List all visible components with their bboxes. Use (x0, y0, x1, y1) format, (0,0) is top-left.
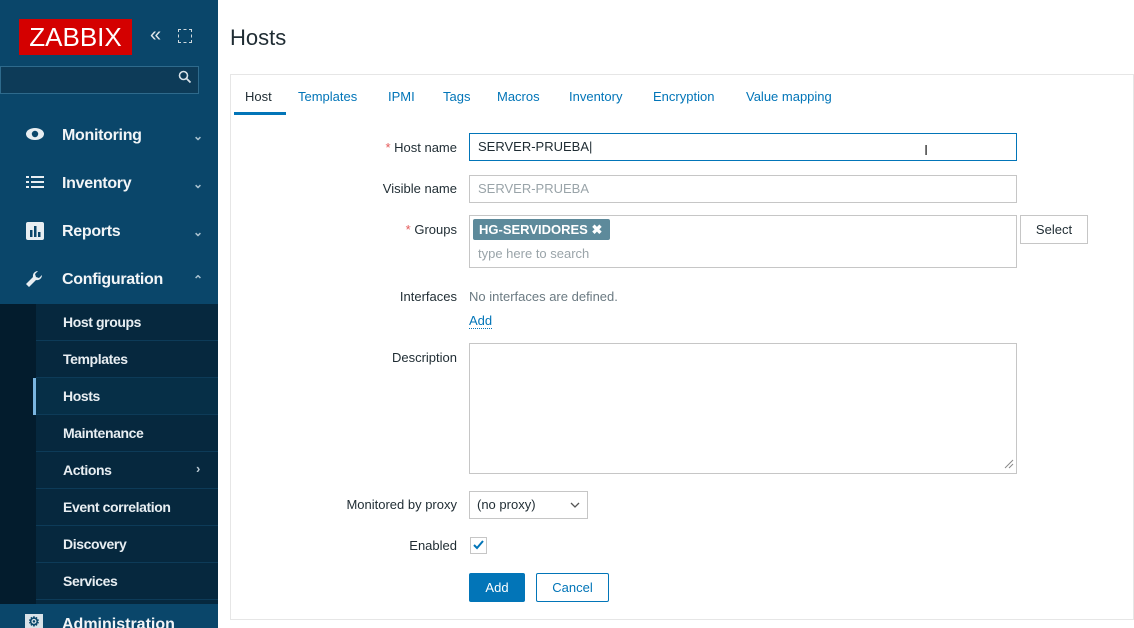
sidebar-item-administration[interactable]: ⚙ Administration (0, 604, 218, 628)
tab-value-mapping[interactable]: Value mapping (746, 89, 832, 104)
group-chip: HG-SERVIDORES ✖ (473, 219, 611, 240)
submenu-item-templates[interactable]: Templates (36, 341, 218, 378)
sidebar-item-configuration[interactable]: Configuration ⌃ (0, 256, 218, 304)
submenu-item-label: Actions (63, 462, 112, 478)
description-textarea[interactable] (469, 343, 1017, 474)
chevron-down-icon: ⌄ (193, 129, 204, 143)
tab-inventory[interactable]: Inventory (569, 89, 622, 104)
submenu-item-label: Discovery (63, 536, 127, 552)
zabbix-logo[interactable]: ZABBIX (19, 19, 132, 55)
proxy-label: Monitored by proxy (346, 497, 457, 512)
group-chip-label: HG-SERVIDORES (479, 222, 588, 237)
sidebar-item-label: Inventory (62, 175, 132, 192)
collapse-sidebar-icon[interactable]: « (150, 24, 161, 47)
interfaces-empty-text: No interfaces are defined. (469, 289, 618, 304)
required-mark: * (405, 222, 411, 237)
tab-host[interactable]: Host (245, 89, 272, 104)
host-name-input[interactable]: SERVER-PRUEBA| (469, 133, 1017, 161)
sidebar: ZABBIX « Monitoring ⌄ Inventory ⌄ Report… (0, 0, 218, 628)
visible-name-input[interactable]: SERVER-PRUEBA (469, 175, 1017, 203)
host-name-label: * Host name (330, 140, 457, 155)
submenu-item-label: Services (63, 573, 118, 589)
bar-chart-icon (25, 222, 45, 242)
submenu-item-maintenance[interactable]: Maintenance (36, 415, 218, 452)
submenu-item-label: Event correlation (63, 499, 171, 515)
submenu-item-actions[interactable]: Actions › (36, 452, 218, 489)
remove-chip-icon[interactable]: ✖ (591, 222, 602, 237)
configuration-submenu: Host groups Templates Hosts Maintenance … (0, 304, 218, 604)
sidebar-item-label: Monitoring (62, 127, 142, 144)
submenu-item-event-correlation[interactable]: Event correlation (36, 489, 218, 526)
sidebar-header: ZABBIX « (0, 0, 218, 66)
submenu-gutter (0, 304, 36, 604)
submenu-item-label: Maintenance (63, 425, 144, 441)
submenu-item-label: Templates (63, 351, 128, 367)
chevron-down-icon: ⌄ (193, 225, 204, 239)
submenu-item-label: Host groups (63, 314, 142, 330)
wrench-icon (25, 270, 45, 290)
sidebar-search-input[interactable] (0, 66, 199, 94)
active-tab-indicator (234, 112, 286, 115)
cancel-button[interactable]: Cancel (536, 573, 609, 602)
host-name-label-text: Host name (394, 140, 457, 155)
chevron-right-icon: › (196, 461, 201, 476)
submenu-item-discovery[interactable]: Discovery (36, 526, 218, 563)
enabled-label: Enabled (409, 538, 457, 553)
search-icon[interactable] (178, 70, 192, 89)
submenu-item-host-groups[interactable]: Host groups (36, 304, 218, 341)
sidebar-item-label: Reports (62, 223, 121, 240)
text-cursor-icon: I (924, 142, 929, 159)
description-label: Description (391, 350, 457, 365)
host-name-value: SERVER-PRUEBA (478, 139, 590, 154)
active-marker (33, 378, 36, 415)
chevron-down-icon: ⌄ (193, 177, 204, 191)
sidebar-item-reports[interactable]: Reports ⌄ (0, 208, 218, 256)
tab-macros[interactable]: Macros (497, 89, 540, 104)
resize-handle-icon[interactable] (1004, 459, 1014, 469)
chevron-up-icon: ⌃ (193, 273, 204, 287)
list-icon (25, 174, 45, 194)
groups-label: * Groups (330, 222, 457, 237)
proxy-select-value: (no proxy) (477, 497, 536, 512)
tab-templates[interactable]: Templates (298, 89, 357, 104)
kiosk-mode-icon[interactable] (178, 29, 192, 43)
gear-icon: ⚙ (25, 614, 43, 628)
sidebar-item-label: Administration (62, 616, 175, 628)
submenu-item-label: Hosts (63, 388, 100, 404)
sidebar-item-monitoring[interactable]: Monitoring ⌄ (0, 112, 218, 160)
required-mark: * (385, 140, 391, 155)
add-button[interactable]: Add (469, 573, 525, 602)
eye-icon (25, 126, 45, 146)
groups-label-text: Groups (414, 222, 457, 237)
tab-ipmi[interactable]: IPMI (388, 89, 415, 104)
submenu-item-services[interactable]: Services (36, 563, 218, 600)
interfaces-label: Interfaces (399, 289, 457, 304)
chevron-down-icon (570, 492, 580, 527)
tab-bar: Host Templates IPMI Tags Macros Inventor… (231, 75, 1134, 115)
tab-encryption[interactable]: Encryption (653, 89, 714, 104)
sidebar-item-inventory[interactable]: Inventory ⌄ (0, 160, 218, 208)
visible-name-label: Visible name (382, 181, 457, 196)
sidebar-item-label: Configuration (62, 271, 163, 288)
proxy-select[interactable]: (no proxy) (469, 491, 588, 519)
add-interface-link[interactable]: Add (469, 313, 493, 329)
page-title: Hosts (230, 25, 287, 50)
enabled-checkbox[interactable] (470, 537, 487, 554)
tab-tags[interactable]: Tags (443, 89, 470, 104)
submenu-item-hosts[interactable]: Hosts (33, 378, 218, 415)
select-groups-button[interactable]: Select (1020, 215, 1088, 244)
groups-search-placeholder[interactable]: type here to search (478, 246, 589, 261)
checkmark-icon (473, 540, 484, 550)
